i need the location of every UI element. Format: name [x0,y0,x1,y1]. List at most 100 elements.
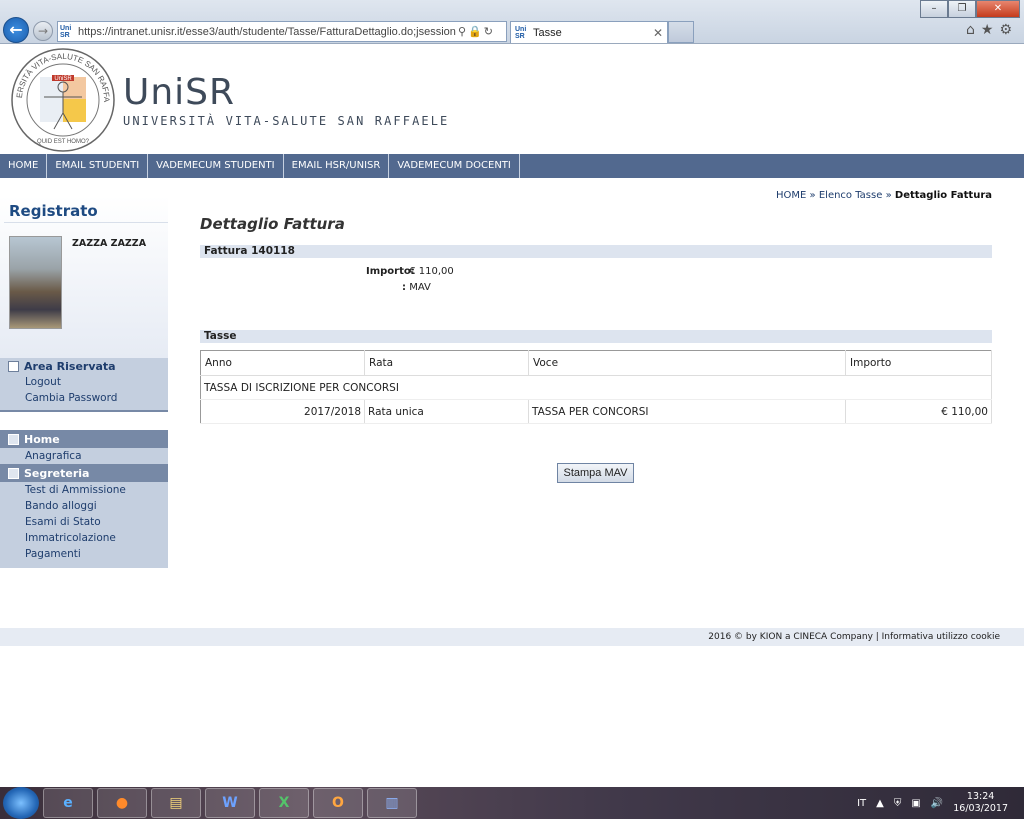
topnav-vademecum-studenti[interactable]: VADEMECUM STUDENTI [148,154,284,178]
divider [4,222,168,223]
url-text[interactable]: https://intranet.unisr.it/esse3/auth/stu… [78,26,456,38]
sidebar-item-esami-stato[interactable]: Esami di Stato [0,514,168,530]
unisr-favicon-icon: Uni SR [60,24,72,39]
table-row: 2017/2018 Rata unica TASSA PER CONCORSI … [200,399,992,424]
back-button[interactable]: ← [3,17,29,43]
profile-box: Registrato ZAZZA ZAZZA [0,178,168,358]
browser-tools: ⌂★⚙ [966,22,1018,38]
tab-close-icon[interactable]: ✕ [653,26,663,40]
sidebar-item-logout[interactable]: Logout [0,374,168,390]
importo-value: € 110,00 [409,266,454,277]
search-icon[interactable]: ⚲ [458,25,468,38]
star-icon[interactable]: ★ [981,22,1000,38]
home-menu: Home Anagrafica [0,430,168,464]
spacer [0,412,168,430]
brand-subtitle: UNIVERSITÀ VITA-SALUTE SAN RAFFAELE [123,114,450,128]
importo-row: Importo: € 110,00 [366,266,454,277]
top-navigation: HOME EMAIL STUDENTI VADEMECUM STUDENTI E… [0,154,1024,178]
address-bar[interactable]: Uni SR https://intranet.unisr.it/esse3/au… [57,21,507,42]
col-voce: Voce [528,350,846,376]
taskbar: e ● ▤ W X O ▥ IT ▲ ⛨ ▣ 🔊 13:24 16/03/201… [0,787,1024,819]
clock-time: 13:24 [966,791,995,802]
sidebar-item-pagamenti[interactable]: Pagamenti [0,546,168,562]
address-bar-icons: ⚲🔒↻ [458,25,495,38]
breadcrumb-home[interactable]: HOME [776,190,806,201]
payment-method-label: : [402,282,406,293]
sidebar: Registrato ZAZZA ZAZZA Area Riservata Lo… [0,178,168,568]
area-riservata-menu: Area Riservata Logout Cambia Password [0,358,168,412]
cell-voce: TASSA PER CONCORSI [528,399,846,424]
sidebar-item-cambia-password[interactable]: Cambia Password [0,390,168,406]
word-icon[interactable]: W [205,788,255,818]
area-riservata-label: Area Riservata [24,359,116,373]
unisr-favicon-icon: Uni SR [515,25,527,40]
tasse-section-header: Tasse [200,330,992,343]
university-seal-logo: UniSR UNIVERSITÀ VITA-SALUTE SAN RAFFAEL… [10,47,115,152]
breadcrumb-separator: » [809,190,816,201]
cell-importo: € 110,00 [845,399,992,424]
forward-button[interactable]: → [33,21,53,41]
breadcrumb-elenco-tasse[interactable]: Elenco Tasse [819,190,883,201]
segreteria-menu: Segreteria Test di Ammissione Bando allo… [0,464,168,568]
home-icon[interactable]: ⌂ [966,22,981,38]
sidebar-item-anagrafica[interactable]: Anagrafica [0,448,168,464]
shield-icon[interactable]: ⛨ [894,798,902,809]
tab-title: Tasse [533,26,562,39]
checkbox-icon [8,433,19,445]
table-header-row: Anno Rata Voce Importo [200,350,992,376]
footer: 2016 © by KION a CINECA Company | Inform… [0,628,1024,646]
system-tray: IT ▲ ⛨ ▣ 🔊 13:24 16/03/2017 [857,791,1024,815]
network-icon[interactable]: ▣ [911,798,920,809]
segreteria-label: Segreteria [24,466,90,480]
tray-expand-icon[interactable]: ▲ [876,798,884,809]
payment-method-value: MAV [409,282,431,293]
firefox-icon[interactable]: ● [97,788,147,818]
language-indicator[interactable]: IT [857,798,866,809]
home-header[interactable]: Home [0,430,168,448]
home-label: Home [24,432,60,446]
brand-block: UniSR UNIVERSITÀ VITA-SALUTE SAN RAFFAEL… [123,72,450,129]
maximize-button[interactable]: ❐ [948,0,976,18]
minimize-button[interactable]: – [920,0,948,18]
window-controls: – ❐ ✕ [920,0,1020,18]
browser-chrome: – ❐ ✕ ← → Uni SR https://intranet.unisr.i… [0,0,1024,44]
sidebar-item-immatricolazione[interactable]: Immatricolazione [0,530,168,546]
cell-rata: Rata unica [364,399,529,424]
brand-name: UniSR [123,72,236,113]
breadcrumb-separator: » [885,190,892,201]
topnav-vademecum-docenti[interactable]: VADEMECUM DOCENTI [389,154,520,178]
gear-icon[interactable]: ⚙ [999,22,1018,38]
checkbox-icon [8,467,19,479]
volume-icon[interactable]: 🔊 [931,798,943,809]
ie-icon[interactable]: e [43,788,93,818]
refresh-icon[interactable]: ↻ [484,25,495,38]
excel-icon[interactable]: X [259,788,309,818]
sidebar-item-bando-alloggi[interactable]: Bando alloggi [0,498,168,514]
new-tab-button[interactable] [668,21,694,43]
library-icon[interactable]: ▥ [367,788,417,818]
table-group-row: TASSA DI ISCRIZIONE PER CONCORSI [200,375,992,400]
lock-icon[interactable]: 🔒 [468,25,484,38]
topnav-email-studenti[interactable]: EMAIL STUDENTI [47,154,149,178]
clock[interactable]: 13:24 16/03/2017 [953,791,1008,815]
breadcrumb: HOME » Elenco Tasse » Dettaglio Fattura [776,190,992,201]
col-anno: Anno [200,350,365,376]
start-button[interactable] [3,787,39,819]
sidebar-item-test-ammissione[interactable]: Test di Ammissione [0,482,168,498]
topnav-email-hsr[interactable]: EMAIL HSR/UNISR [284,154,390,178]
site-header: UniSR UNIVERSITÀ VITA-SALUTE SAN RAFFAEL… [0,44,1024,154]
browser-tab[interactable]: Uni SR Tasse ✕ [510,21,668,43]
outlook-icon[interactable]: O [313,788,363,818]
stampa-mav-button[interactable]: Stampa MAV [557,463,634,483]
group-label: TASSA DI ISCRIZIONE PER CONCORSI [200,375,992,400]
sidebar-heading: Registrato [9,202,98,220]
cell-anno: 2017/2018 [200,399,365,424]
topnav-home[interactable]: HOME [0,154,48,178]
area-riservata-header[interactable]: Area Riservata [0,358,168,374]
seal-center-text: UniSR [54,76,72,82]
tasse-table: Anno Rata Voce Importo TASSA DI ISCRIZIO… [200,350,992,424]
folder-icon[interactable]: ▤ [151,788,201,818]
payment-method-row: : MAV [366,282,431,293]
close-window-button[interactable]: ✕ [976,0,1020,18]
segreteria-header[interactable]: Segreteria [0,464,168,482]
